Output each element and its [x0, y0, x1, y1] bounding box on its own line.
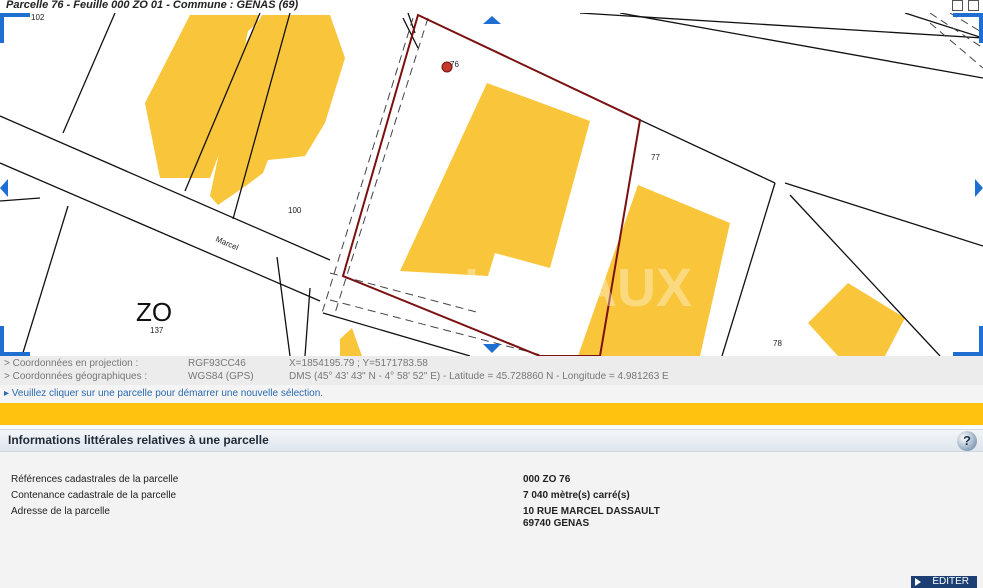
- yellow-banner: [0, 403, 983, 425]
- geographic-system: WGS84 (GPS): [188, 371, 254, 382]
- cadastral-reference-label: Références cadastrales de la parcelle: [11, 474, 179, 485]
- cadastral-area-label: Contenance cadastrale de la parcelle: [11, 490, 177, 501]
- cadastral-reference-value: 000 ZO 76: [523, 474, 571, 485]
- window-titlebar: Parcelle 76 - Feuille 000 ZO 01 - Commun…: [0, 0, 983, 13]
- parcel-number: 76: [450, 60, 459, 69]
- pan-down-arrow-icon: [483, 344, 501, 353]
- parcel-number: 77: [651, 153, 660, 162]
- selection-hint-text: ▸ Veuillez cliquer sur une parcelle pour…: [4, 388, 324, 399]
- parcel-address-label: Adresse de la parcelle: [11, 506, 110, 517]
- selection-hint: ▸ Veuillez cliquer sur une parcelle pour…: [0, 385, 983, 403]
- corner-bracket-icon: [0, 326, 30, 356]
- parcel-number: 102: [31, 13, 45, 22]
- corner-bracket-icon: [953, 326, 983, 356]
- pan-left-arrow-icon: [0, 179, 8, 197]
- projection-label: > Coordonnées en projection :: [4, 358, 139, 369]
- parcel-number: 100: [288, 206, 302, 215]
- cadastral-area-value: 7 040 mètre(s) carré(s): [523, 490, 630, 501]
- help-icon[interactable]: ?: [957, 431, 977, 451]
- parcel-number: 78: [773, 339, 782, 348]
- restore-icon[interactable]: [952, 0, 963, 11]
- info-panel-title: Informations littérales relatives à une …: [8, 433, 269, 447]
- cadastral-map[interactable]: LOCAUX 102 100 137 76 77 78 Marcel ZO: [0, 13, 983, 356]
- building: [400, 83, 590, 276]
- parcel-address-street: 10 RUE MARCEL DASSAULT: [523, 506, 660, 517]
- edit-button[interactable]: ÉDITER: [911, 576, 977, 588]
- parcel-number: 137: [150, 326, 164, 335]
- footer-bar: ÉDITER: [0, 576, 983, 588]
- watermark-text: LOCAUX: [464, 258, 692, 318]
- corner-bracket-icon: [0, 13, 30, 43]
- projection-system: RGF93CC46: [188, 358, 246, 369]
- window-title: Parcelle 76 - Feuille 000 ZO 01 - Commun…: [6, 0, 299, 11]
- coordinates-panel: > Coordonnées en projection : RGF93CC46 …: [0, 356, 983, 385]
- arrow-right-icon: [915, 578, 921, 586]
- map-canvas[interactable]: LOCAUX 102 100 137 76 77 78 Marcel ZO: [0, 13, 983, 356]
- projection-value: X=1854195.79 ; Y=5171783.58: [289, 358, 428, 369]
- geographic-value: DMS (45° 43' 43" N - 4° 58' 52" E) - Lat…: [289, 371, 669, 382]
- pan-right-arrow-icon: [975, 179, 983, 197]
- section-label: ZO: [136, 297, 172, 327]
- building: [808, 283, 905, 356]
- parcel-address-city: 69740 GENAS: [523, 518, 590, 529]
- edit-button-label: ÉDITER: [932, 576, 969, 587]
- pan-up-arrow-icon: [483, 16, 501, 24]
- building: [340, 328, 362, 356]
- info-panel-header: Informations littérales relatives à une …: [0, 429, 983, 452]
- street-label: Marcel: [214, 235, 240, 253]
- geographic-label: > Coordonnées géographiques :: [4, 371, 148, 382]
- maximize-icon[interactable]: [968, 0, 979, 11]
- parcel-info-body: Références cadastrales de la parcelle 00…: [0, 452, 983, 576]
